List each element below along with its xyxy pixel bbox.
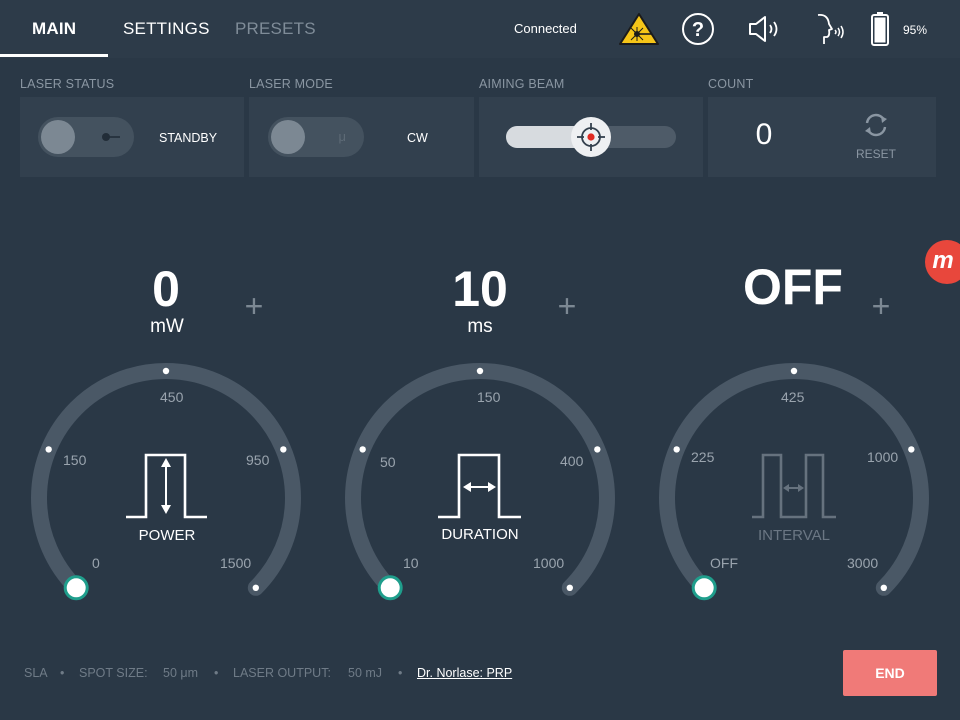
interval-tick-label: 425 bbox=[781, 389, 805, 405]
power-pulse-icon bbox=[126, 453, 207, 519]
duration-tick-dot bbox=[476, 367, 484, 375]
power-tick-dot bbox=[280, 446, 287, 453]
power-dial-knob[interactable] bbox=[63, 575, 89, 601]
power-label: POWER bbox=[138, 527, 196, 544]
procedure-name: SLA bbox=[24, 666, 48, 680]
power-tick-label: 950 bbox=[246, 452, 270, 468]
interval-value: OFF bbox=[743, 259, 843, 315]
duration-dial-knob[interactable] bbox=[377, 575, 403, 601]
interval-tick-dot bbox=[673, 446, 680, 453]
interval-pulse-icon bbox=[752, 453, 836, 519]
dial-graphics bbox=[31, 363, 929, 601]
duration-tick-dot bbox=[566, 584, 574, 592]
interval-tick-dot bbox=[908, 446, 915, 453]
preset-link[interactable]: Dr. Norlase: PRP bbox=[417, 666, 512, 680]
duration-tick-label: 1000 bbox=[533, 555, 565, 571]
laser-output-value: 50 mJ bbox=[348, 666, 383, 680]
interval-tick-label: OFF bbox=[710, 555, 738, 571]
duration-label: DURATION bbox=[441, 526, 519, 543]
interval-tick-dot bbox=[790, 367, 798, 375]
duration-tick-label: 150 bbox=[477, 389, 501, 405]
interval-tick-label: 1000 bbox=[867, 449, 899, 465]
laser-output-label: LASER OUTPUT: bbox=[233, 666, 331, 680]
interval-increase-button[interactable]: + bbox=[866, 288, 896, 325]
end-button[interactable]: END bbox=[843, 650, 937, 696]
footer-separator: • bbox=[398, 666, 403, 680]
power-unit: mW bbox=[150, 316, 184, 337]
duration-tick-dot bbox=[359, 446, 366, 453]
spot-size-value: 50 μm bbox=[163, 666, 198, 680]
interval-tick-label: 225 bbox=[691, 449, 715, 465]
interval-tick-label: 3000 bbox=[847, 555, 879, 571]
duration-pulse-icon bbox=[438, 453, 521, 519]
power-tick-label: 1500 bbox=[220, 555, 252, 571]
power-tick-dot bbox=[162, 367, 170, 375]
power-tick-label: 450 bbox=[160, 389, 184, 405]
footer-separator: • bbox=[214, 666, 219, 680]
duration-tick-label: 50 bbox=[380, 454, 396, 470]
power-value: 0 bbox=[152, 261, 180, 317]
interval-tick-dot bbox=[880, 584, 888, 592]
duration-tick-label: 400 bbox=[560, 453, 584, 469]
power-increase-button[interactable]: + bbox=[239, 288, 269, 325]
interval-label: INTERVAL bbox=[758, 527, 830, 544]
duration-value: 10 bbox=[452, 261, 508, 317]
duration-tick-label: 10 bbox=[403, 555, 419, 571]
duration-increase-button[interactable]: + bbox=[552, 288, 582, 325]
interval-dial-knob[interactable] bbox=[691, 575, 717, 601]
footer-separator: • bbox=[60, 666, 65, 680]
power-tick-label: 150 bbox=[63, 452, 87, 468]
power-tick-label: 0 bbox=[92, 555, 100, 571]
spot-size-label: SPOT SIZE: bbox=[79, 666, 148, 680]
power-tick-dot bbox=[45, 446, 52, 453]
duration-unit: ms bbox=[467, 316, 493, 337]
power-tick-dot bbox=[252, 584, 260, 592]
duration-tick-dot bbox=[594, 446, 601, 453]
